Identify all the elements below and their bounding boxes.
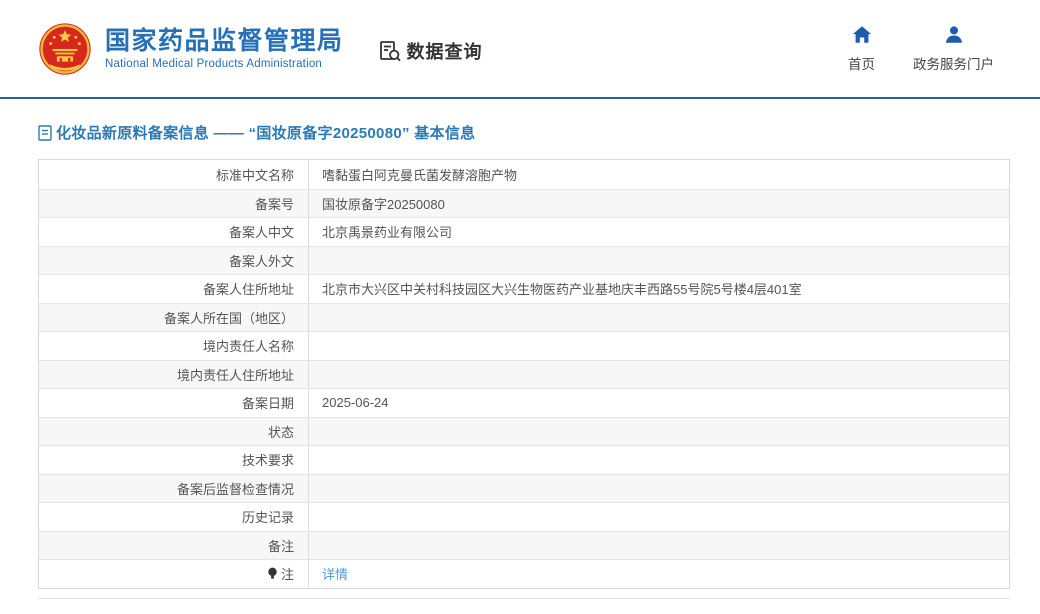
row-label: 备案人所在国（地区） [164, 308, 294, 327]
row-value [309, 332, 1009, 360]
row-label-cell: 标准中文名称 [39, 160, 309, 189]
table-row: 历史记录 [39, 502, 1009, 531]
row-label: 状态 [268, 422, 294, 441]
nav-label-home[interactable]: 首页 [848, 53, 875, 73]
detail-link[interactable]: 详情 [322, 564, 348, 583]
content-bottom-divider [38, 598, 1010, 599]
table-row: 注 详情 [39, 559, 1009, 588]
table-row: 标准中文名称 嗜黏蛋白阿克曼氏菌发酵溶胞产物 [39, 160, 1009, 189]
row-value [309, 446, 1009, 474]
table-row: 备案人中文 北京禹景药业有限公司 [39, 217, 1009, 246]
row-value: 嗜黏蛋白阿克曼氏菌发酵溶胞产物 [309, 160, 1009, 189]
info-table: 标准中文名称 嗜黏蛋白阿克曼氏菌发酵溶胞产物 备案号 国妆原备字20250080… [38, 159, 1010, 589]
national-emblem-logo [38, 22, 92, 76]
nav-label-gov-portal[interactable]: 政务服务门户 [913, 53, 994, 73]
table-row: 技术要求 [39, 445, 1009, 474]
row-label-cell: 历史记录 [39, 503, 309, 531]
table-row: 境内责任人名称 [39, 331, 1009, 360]
table-row: 备案人外文 [39, 246, 1009, 275]
table-row: 备注 [39, 531, 1009, 560]
row-label-cell: 境内责任人名称 [39, 332, 309, 360]
home-icon [851, 24, 873, 46]
nav-item-gov-portal[interactable]: 政务服务门户 [913, 24, 994, 73]
data-query-section[interactable]: 数据查询 [378, 38, 483, 64]
brand-block[interactable]: 国家药品监督管理局 National Medical Products Admi… [38, 22, 344, 76]
nav-item-home[interactable]: 首页 [848, 24, 875, 73]
table-row: 备案人住所地址 北京市大兴区中关村科技园区大兴生物医药产业基地庆丰西路55号院5… [39, 274, 1009, 303]
row-value [309, 503, 1009, 531]
org-names: 国家药品监督管理局 National Medical Products Admi… [105, 27, 344, 71]
table-row: 状态 [39, 417, 1009, 446]
table-row: 境内责任人住所地址 [39, 360, 1009, 389]
row-label-cell: 境内责任人住所地址 [39, 361, 309, 389]
row-label: 备案号 [255, 194, 294, 213]
table-row: 备案日期 2025-06-24 [39, 388, 1009, 417]
site-header: 国家药品监督管理局 National Medical Products Admi… [0, 0, 1040, 99]
row-label: 备案人住所地址 [203, 279, 294, 298]
row-label: 标准中文名称 [216, 165, 294, 184]
row-label: 备案人外文 [229, 251, 294, 270]
header-nav: 首页 政务服务门户 [848, 24, 994, 73]
row-value: 北京禹景药业有限公司 [309, 218, 1009, 246]
row-value [309, 304, 1009, 332]
row-label: 注 [281, 564, 294, 583]
table-row: 备案后监督检查情况 [39, 474, 1009, 503]
row-value [309, 247, 1009, 275]
row-label-cell: 备案人中文 [39, 218, 309, 246]
row-label-cell: 备案人外文 [39, 247, 309, 275]
org-name-cn: 国家药品监督管理局 [105, 27, 344, 56]
row-label-cell: 状态 [39, 418, 309, 446]
row-label-cell: 备案人住所地址 [39, 275, 309, 303]
row-value [309, 361, 1009, 389]
page-title: 化妆品新原料备案信息 —— “国妆原备字20250080” 基本信息 [56, 122, 475, 143]
row-value: 国妆原备字20250080 [309, 190, 1009, 218]
row-value: 北京市大兴区中关村科技园区大兴生物医药产业基地庆丰西路55号院5号楼4层401室 [309, 275, 1009, 303]
user-icon [943, 24, 965, 46]
org-name-en: National Medical Products Administration [105, 58, 344, 70]
row-label: 历史记录 [242, 507, 294, 526]
row-label: 境内责任人名称 [203, 336, 294, 355]
row-label-cell: 备案人所在国（地区） [39, 304, 309, 332]
row-label: 备案日期 [242, 393, 294, 412]
row-value: 详情 [309, 560, 1009, 588]
main-content: 化妆品新原料备案信息 —— “国妆原备字20250080” 基本信息 标准中文名… [0, 122, 1040, 599]
row-value: 2025-06-24 [309, 389, 1009, 417]
row-label: 境内责任人住所地址 [177, 365, 294, 384]
document-search-icon [378, 39, 402, 63]
row-value [309, 418, 1009, 446]
table-row: 备案人所在国（地区） [39, 303, 1009, 332]
document-icon [38, 125, 52, 141]
page-title-row: 化妆品新原料备案信息 —— “国妆原备字20250080” 基本信息 [38, 122, 1010, 143]
row-label: 备案后监督检查情况 [177, 479, 294, 498]
row-label-cell: 技术要求 [39, 446, 309, 474]
row-label: 技术要求 [242, 450, 294, 469]
row-value [309, 532, 1009, 560]
row-label: 备注 [268, 536, 294, 555]
row-value [309, 475, 1009, 503]
row-label-cell: 备注 [39, 532, 309, 560]
data-query-label[interactable]: 数据查询 [407, 38, 483, 64]
row-label: 备案人中文 [229, 222, 294, 241]
row-label-cell: 备案日期 [39, 389, 309, 417]
row-label-cell: 备案号 [39, 190, 309, 218]
note-icon [267, 567, 278, 580]
table-row: 备案号 国妆原备字20250080 [39, 189, 1009, 218]
row-label-cell: 备案后监督检查情况 [39, 475, 309, 503]
row-label-cell: 注 [39, 560, 309, 588]
